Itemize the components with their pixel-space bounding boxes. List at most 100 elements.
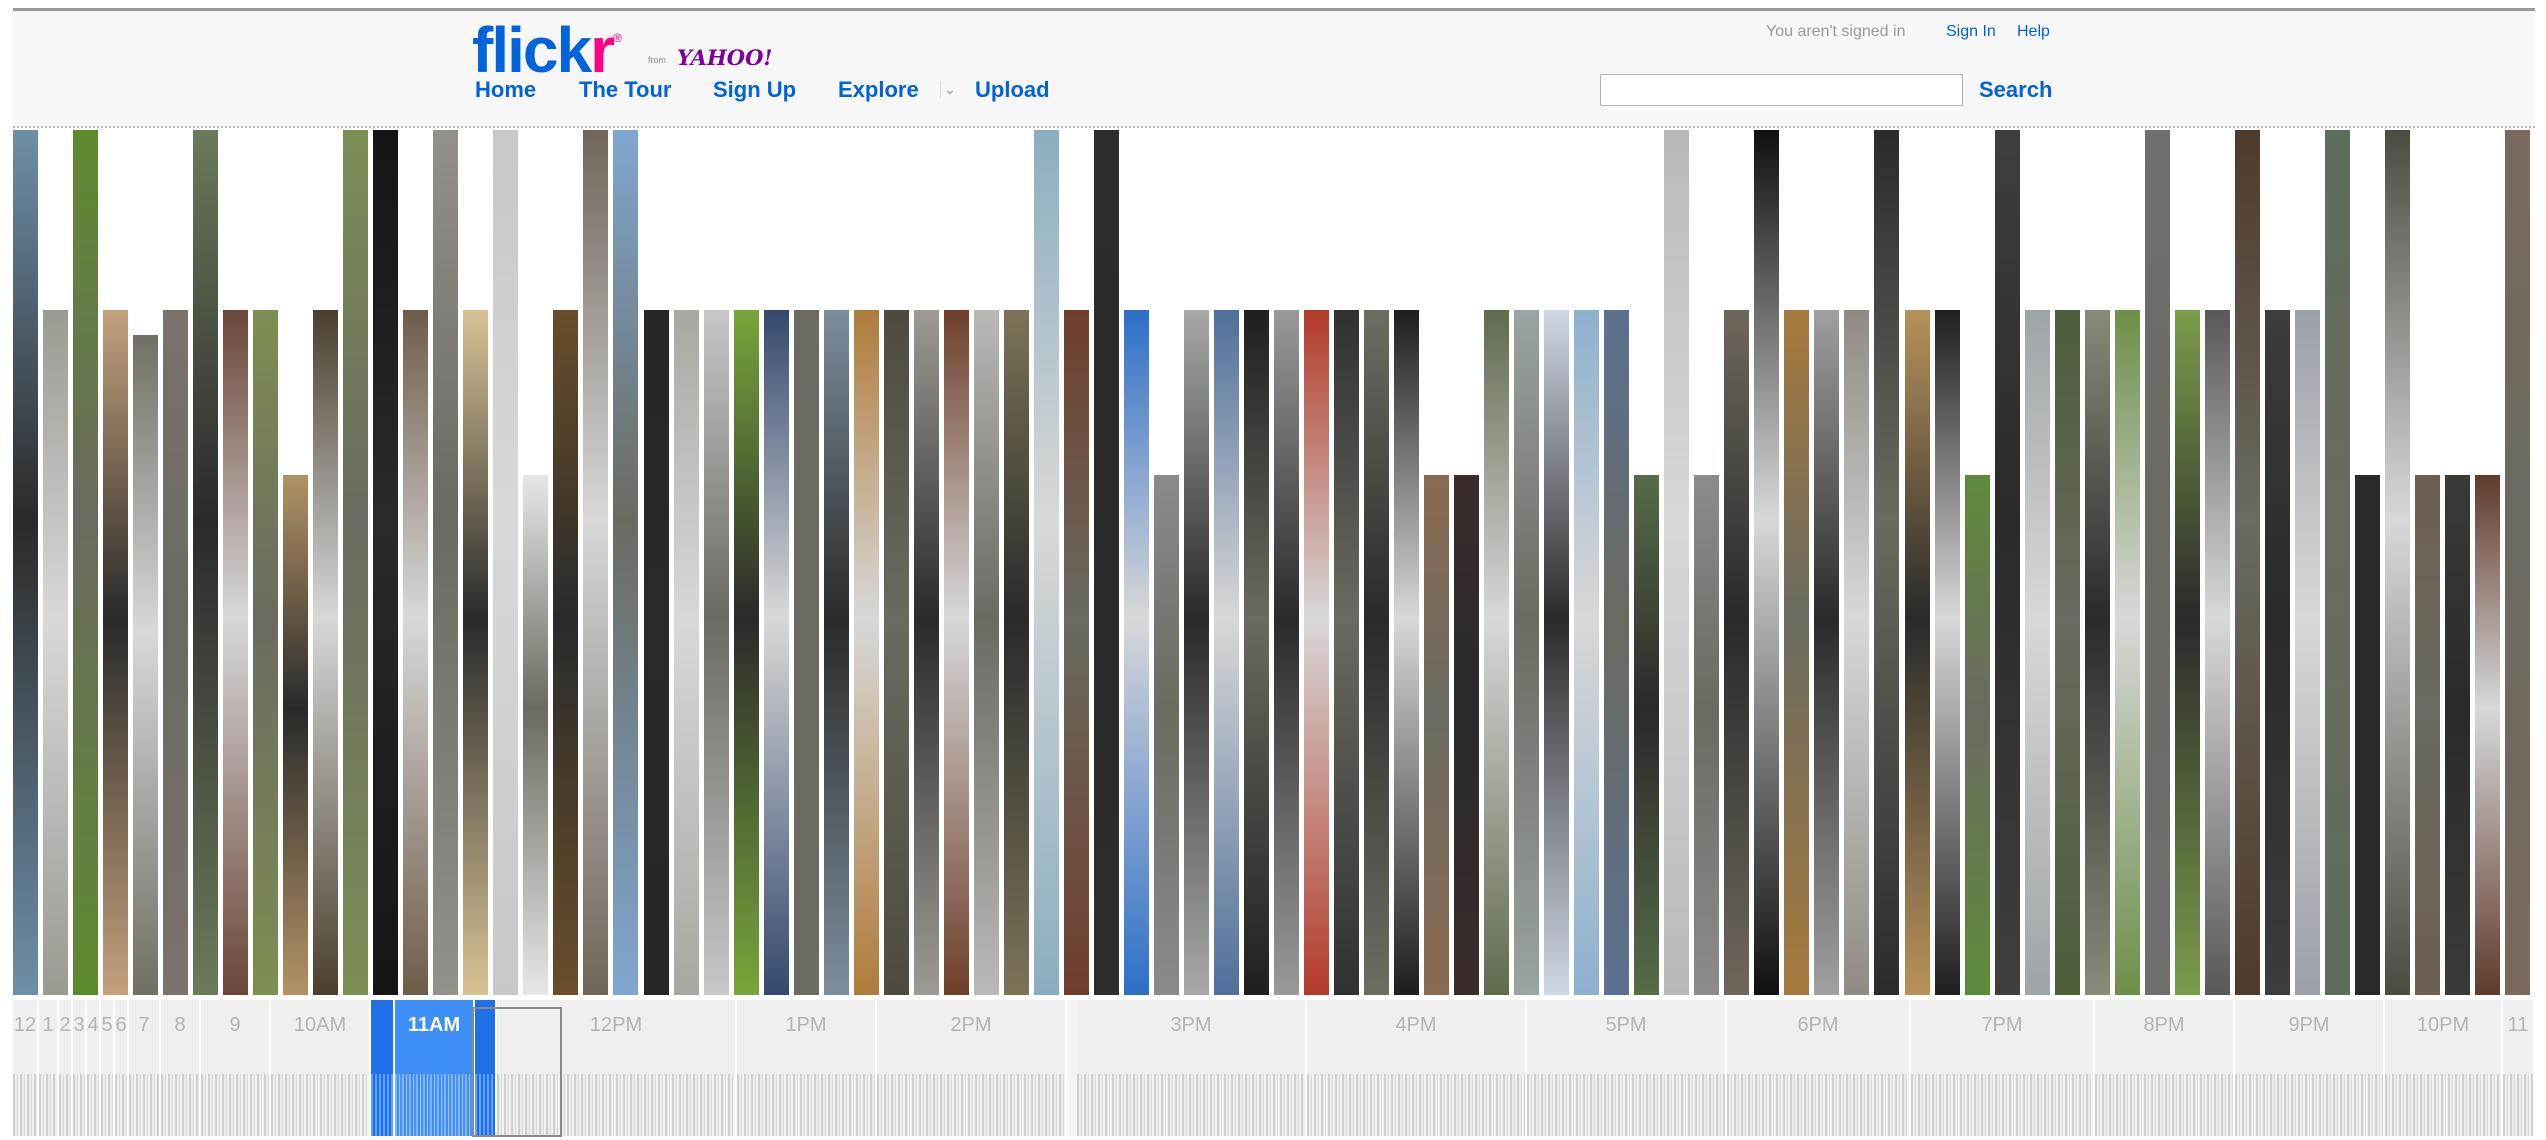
timeline-hour-segment[interactable]: 6PM <box>1727 1000 1911 1136</box>
photo-strip[interactable] <box>854 310 879 995</box>
photo-strip[interactable] <box>1965 475 1990 995</box>
timeline-hour-segment[interactable] <box>475 1000 497 1136</box>
photo-strip[interactable] <box>2295 310 2320 995</box>
photo-strip[interactable] <box>884 310 909 995</box>
photo-strip[interactable] <box>103 310 128 995</box>
photo-strip[interactable] <box>704 310 729 995</box>
photo-strip[interactable] <box>644 310 669 995</box>
photo-strip[interactable] <box>223 310 248 995</box>
photo-strip[interactable] <box>403 310 428 995</box>
flickr-logo[interactable]: flickr® from YAHOO! <box>472 15 773 85</box>
photo-strip[interactable] <box>373 130 398 995</box>
photo-strip[interactable] <box>1304 310 1329 995</box>
photo-strip[interactable] <box>1784 310 1809 995</box>
nav-home[interactable]: Home <box>475 77 536 103</box>
photo-strip[interactable] <box>1544 310 1569 995</box>
timeline-hour-segment[interactable]: 9PM <box>2235 1000 2385 1136</box>
timeline-hour-segment[interactable]: 4PM <box>1307 1000 1527 1136</box>
timeline-hour-segment[interactable]: 10PM <box>2385 1000 2503 1136</box>
photo-strip[interactable] <box>1424 475 1449 995</box>
photo-strip[interactable] <box>253 310 278 995</box>
photo-strip[interactable] <box>1905 310 1930 995</box>
photo-strip[interactable] <box>1064 310 1089 995</box>
photo-strip[interactable] <box>1664 130 1689 995</box>
photo-strip[interactable] <box>1694 475 1719 995</box>
photo-strip[interactable] <box>2325 130 2350 995</box>
photo-strip[interactable] <box>1124 310 1149 995</box>
photo-strip[interactable] <box>493 130 518 995</box>
photo-strip[interactable] <box>1634 475 1659 995</box>
timeline-hour-segment[interactable]: 1PM <box>737 1000 877 1136</box>
photo-strip[interactable] <box>2115 310 2140 995</box>
photo-strip[interactable] <box>2385 130 2410 995</box>
photo-strip[interactable] <box>1184 310 1209 995</box>
photo-strip[interactable] <box>13 130 38 995</box>
photo-strip[interactable] <box>1034 130 1059 995</box>
photo-strip[interactable] <box>2445 475 2470 995</box>
timeline-hour-segment[interactable]: 1 <box>39 1000 59 1136</box>
timeline-hour-segment[interactable]: 11AM <box>395 1000 475 1136</box>
timeline-hour-segment[interactable]: 12 <box>13 1000 39 1136</box>
timeline-hour-segment[interactable]: 4 <box>87 1000 101 1136</box>
photo-strip[interactable] <box>734 310 759 995</box>
photo-strip[interactable] <box>2475 475 2500 995</box>
photo-strip[interactable] <box>1514 310 1539 995</box>
photo-strip[interactable] <box>2355 475 2380 995</box>
photo-strip[interactable] <box>2505 130 2530 995</box>
photo-strip[interactable] <box>974 310 999 995</box>
photo-strip[interactable] <box>2235 130 2260 995</box>
photo-strip[interactable] <box>1334 310 1359 995</box>
photo-strip[interactable] <box>1995 130 2020 995</box>
photo-strip[interactable] <box>1935 310 1960 995</box>
timeline-hour-segment[interactable]: 7PM <box>1911 1000 2095 1136</box>
photo-strip[interactable] <box>193 130 218 995</box>
photo-strip[interactable] <box>433 130 458 995</box>
photo-strip[interactable] <box>2085 310 2110 995</box>
timeline-hour-segment[interactable]: 7 <box>129 1000 161 1136</box>
photo-strip[interactable] <box>1364 310 1389 995</box>
photo-strip[interactable] <box>1844 310 1869 995</box>
timeline-hour-segment[interactable]: 11 <box>2503 1000 2535 1136</box>
photo-strip[interactable] <box>2055 310 2080 995</box>
photo-strip[interactable] <box>43 310 68 995</box>
photo-strip[interactable] <box>2205 310 2230 995</box>
photo-strip[interactable] <box>163 310 188 995</box>
photo-strip[interactable] <box>73 130 98 995</box>
photo-strip[interactable] <box>2145 130 2170 995</box>
timeline-hour-segment[interactable]: 12PM <box>497 1000 737 1136</box>
search-button[interactable]: Search <box>1979 77 2052 103</box>
photo-strip[interactable] <box>1154 475 1179 995</box>
photo-strip[interactable] <box>313 310 338 995</box>
photo-strip[interactable] <box>914 310 939 995</box>
photo-strip[interactable] <box>1574 310 1599 995</box>
search-input[interactable] <box>1600 74 1963 106</box>
photo-strip[interactable] <box>2025 310 2050 995</box>
photo-strip[interactable] <box>794 310 819 995</box>
help-link[interactable]: Help <box>2017 23 2050 41</box>
timeline-hour-segment[interactable]: 10AM <box>271 1000 371 1136</box>
nav-upload[interactable]: Upload <box>975 77 1050 103</box>
timeline-hour-segment[interactable]: 8 <box>161 1000 201 1136</box>
sign-in-link[interactable]: Sign In <box>1946 23 1996 41</box>
nav-sign-up[interactable]: Sign Up <box>713 77 796 103</box>
timeline-hour-segment[interactable]: 5 <box>101 1000 115 1136</box>
photo-strip[interactable] <box>1814 310 1839 995</box>
timeline-hour-segment[interactable]: 2PM <box>877 1000 1067 1136</box>
photo-strip[interactable] <box>1874 130 1899 995</box>
photo-strip[interactable] <box>613 130 638 995</box>
photo-strip[interactable] <box>1724 310 1749 995</box>
photo-strip[interactable] <box>764 310 789 995</box>
photo-strip[interactable] <box>553 310 578 995</box>
photo-strip[interactable] <box>2265 310 2290 995</box>
timeline-hour-segment[interactable]: 5PM <box>1527 1000 1727 1136</box>
time-of-day-timeline[interactable]: 12 1 2 3 4 5 6 7 8 9 10AM 11AM 12PM 1PM 2PM 3PM 4PM 5PM 6P… <box>13 1000 2535 1136</box>
photo-strip[interactable] <box>2175 310 2200 995</box>
photo-strip[interactable] <box>133 335 158 995</box>
nav-the-tour[interactable]: The Tour <box>579 77 671 103</box>
timeline-hour-segment[interactable]: 3PM <box>1077 1000 1307 1136</box>
photo-strip[interactable] <box>674 310 699 995</box>
photo-strip[interactable] <box>1454 475 1479 995</box>
timeline-hour-segment[interactable]: 3 <box>73 1000 87 1136</box>
photo-strip[interactable] <box>2415 475 2440 995</box>
timeline-hour-segment[interactable]: 6 <box>115 1000 129 1136</box>
